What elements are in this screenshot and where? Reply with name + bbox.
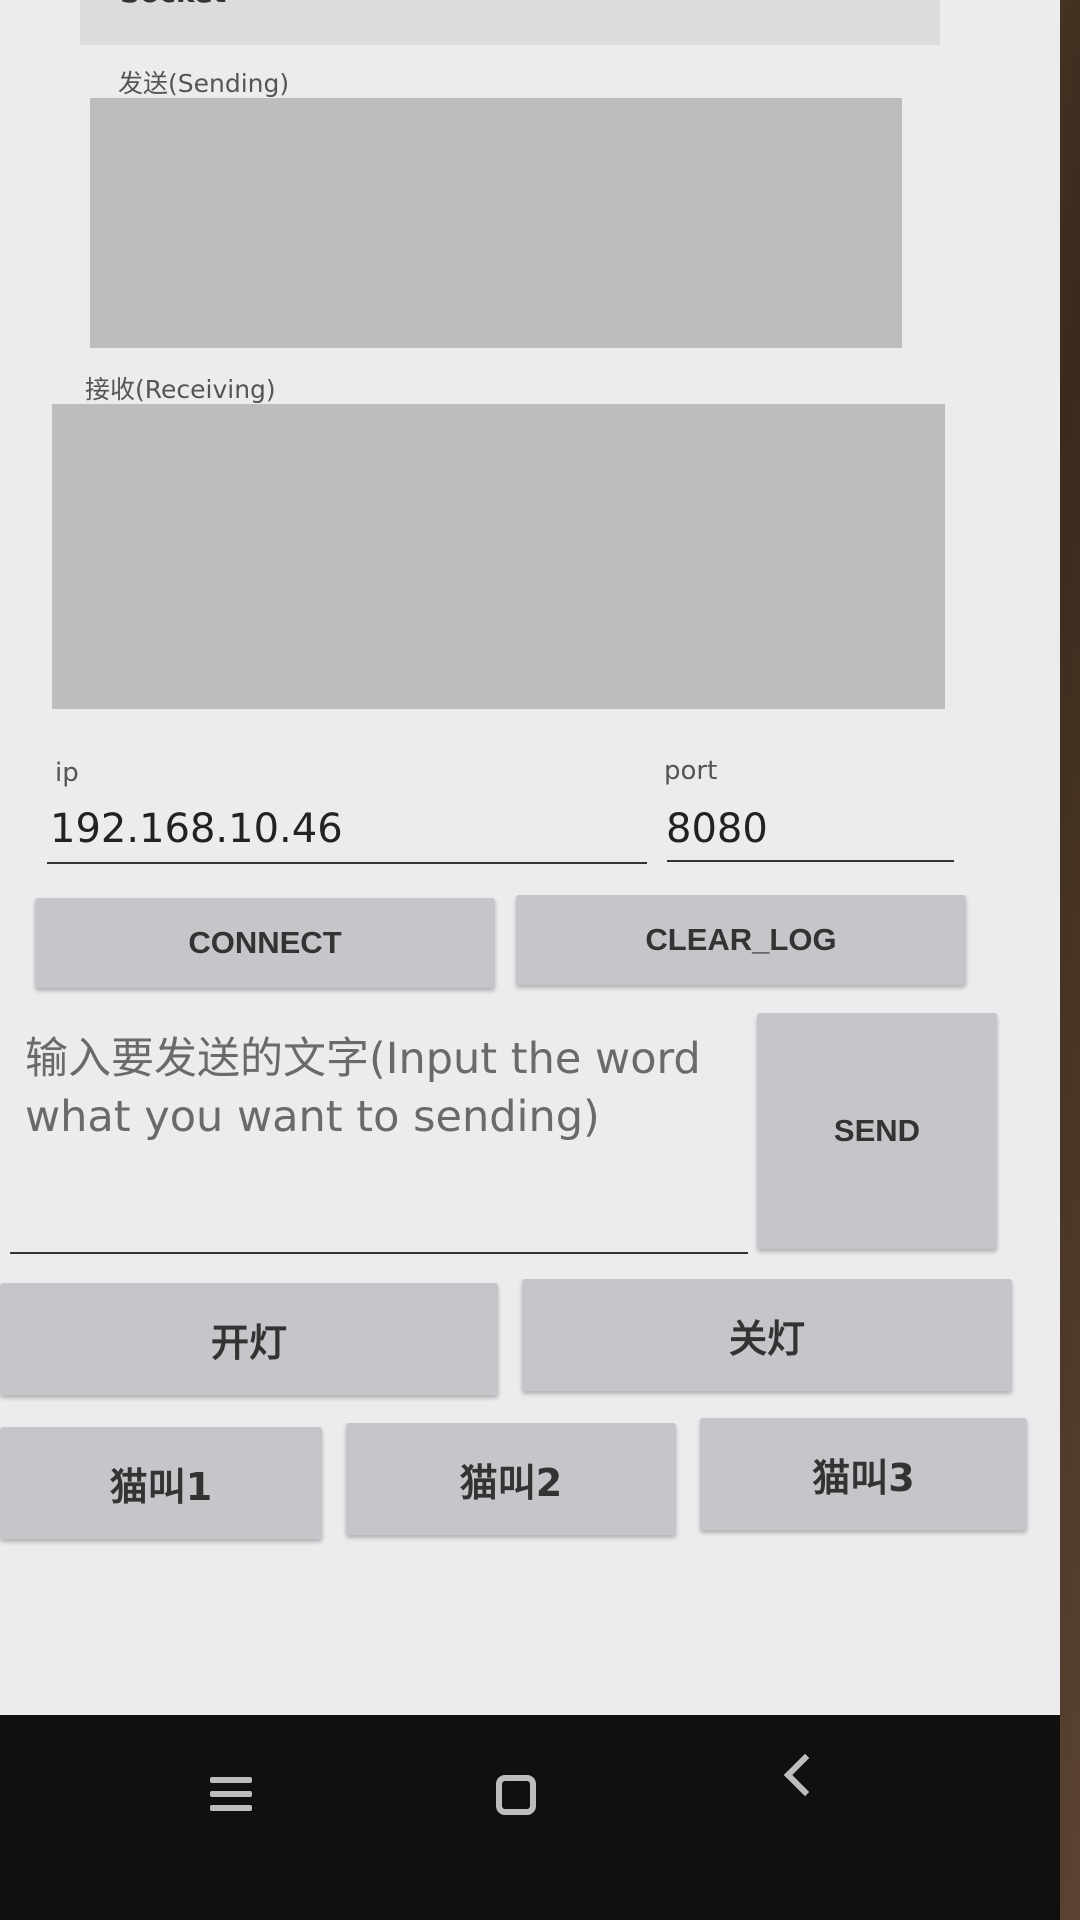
port-label: port	[664, 756, 718, 786]
receiving-label: 接收(Receiving)	[85, 375, 276, 404]
sending-textarea[interactable]	[90, 98, 902, 348]
sending-label: 发送(Sending)	[118, 69, 290, 98]
send-button[interactable]: SEND	[757, 1013, 997, 1249]
app-title: Socket	[120, 0, 226, 9]
meow2-button[interactable]: 猫叫2	[346, 1423, 676, 1535]
ip-input[interactable]: 192.168.10.46	[50, 806, 343, 852]
system-nav-bar	[0, 1715, 1060, 1920]
receiving-textarea[interactable]	[52, 404, 945, 709]
home-icon[interactable]	[496, 1775, 536, 1815]
clear-log-button[interactable]: CLEAR_LOG	[516, 895, 966, 985]
meow3-button[interactable]: 猫叫3	[700, 1418, 1027, 1530]
port-underline	[667, 860, 954, 862]
connect-button[interactable]: CONNECT	[35, 898, 495, 988]
app-bar: Socket	[80, 0, 940, 45]
meow1-button[interactable]: 猫叫1	[0, 1427, 322, 1539]
menu-icon[interactable]	[210, 1777, 252, 1813]
ip-underline	[47, 862, 647, 864]
app-screen: Socket 发送(Sending) 接收(Receiving) ip 192.…	[0, 0, 1060, 1715]
light-off-button[interactable]: 关灯	[522, 1279, 1012, 1391]
light-on-button[interactable]: 开灯	[0, 1283, 498, 1395]
message-underline	[10, 1252, 748, 1254]
port-input[interactable]: 8080	[666, 806, 768, 852]
ip-label: ip	[55, 758, 79, 788]
message-input[interactable]: 输入要发送的文字(Input the word what you want to…	[25, 1030, 745, 1146]
